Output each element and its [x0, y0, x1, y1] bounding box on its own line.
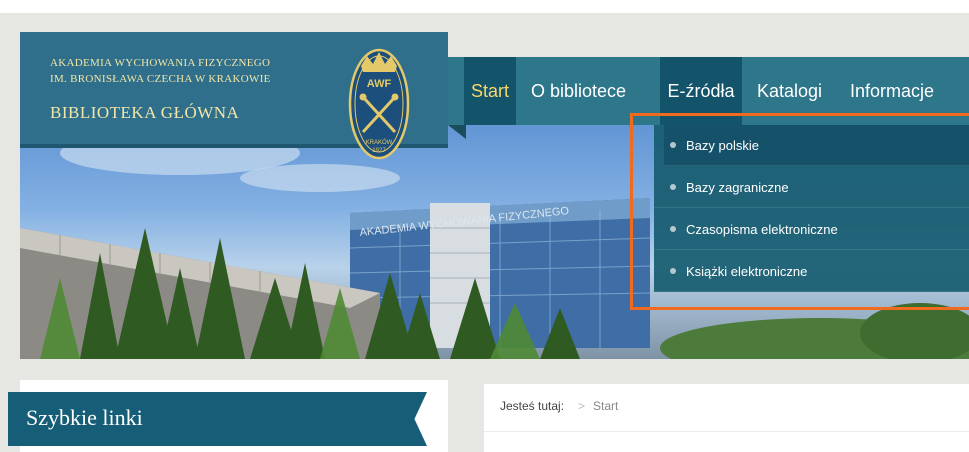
institution-name-line2: IM. BRONISŁAWA CZECHA W KRAKOWIE: [50, 73, 271, 85]
nav-katalogi[interactable]: Katalogi: [757, 57, 822, 125]
dropdown-item-bazy-zagraniczne[interactable]: Bazy zagraniczne: [654, 167, 969, 208]
bullet-icon: [670, 184, 676, 190]
nav-informacje[interactable]: Informacje: [850, 57, 934, 125]
dropdown-item-bazy-polskie[interactable]: Bazy polskie: [664, 125, 969, 166]
awf-logo[interactable]: AWF KRAKÓW 1927: [347, 42, 411, 160]
breadcrumb-prefix: Jesteś tutaj:: [500, 399, 565, 413]
dropdown-item-label: Bazy polskie: [686, 138, 759, 153]
site-header: AKADEMIA WYCHOWANIA FIZYCZNEGO IM. BRONI…: [20, 32, 448, 160]
dropdown-item-ksiazki-elektroniczne[interactable]: Książki elektroniczne: [654, 251, 969, 292]
content-divider: [484, 431, 969, 432]
logo-year-text: 1927: [372, 148, 386, 154]
library-title[interactable]: BIBLIOTEKA GŁÓWNA: [50, 103, 239, 123]
nav-o-bibliotece[interactable]: O bibliotece: [531, 57, 626, 125]
content-panel: Jesteś tutaj: > Start: [484, 384, 969, 452]
bullet-icon: [670, 142, 676, 148]
top-strip: [0, 0, 969, 13]
dropdown-item-czasopisma-elektroniczne[interactable]: Czasopisma elektroniczne: [654, 209, 969, 250]
quick-links-header: Szybkie linki: [8, 392, 427, 446]
bullet-icon: [670, 268, 676, 274]
quick-links-title: Szybkie linki: [26, 405, 143, 430]
logo-awf-text: AWF: [367, 78, 392, 90]
main-navbar: Start O bibliotece E-źródła Katalogi Inf…: [448, 57, 969, 125]
bullet-icon: [670, 226, 676, 232]
breadcrumb-separator-icon: >: [578, 399, 586, 413]
nav-start[interactable]: Start: [464, 57, 516, 125]
nav-e-zrodla[interactable]: E-źródła: [660, 57, 742, 125]
institution-name-line1: AKADEMIA WYCHOWANIA FIZYCZNEGO: [50, 57, 271, 69]
dropdown-item-label: Czasopisma elektroniczne: [686, 222, 838, 237]
logo-city-text: KRAKÓW: [366, 139, 393, 146]
nav-ribbon-fold: [448, 125, 466, 139]
breadcrumb: Jesteś tutaj: > Start: [500, 399, 618, 413]
e-zrodla-dropdown: Bazy polskie Bazy zagraniczne Czasopisma…: [654, 125, 969, 292]
dropdown-item-label: Bazy zagraniczne: [686, 180, 789, 195]
breadcrumb-current: Start: [593, 399, 619, 413]
dropdown-item-label: Książki elektroniczne: [686, 264, 808, 279]
